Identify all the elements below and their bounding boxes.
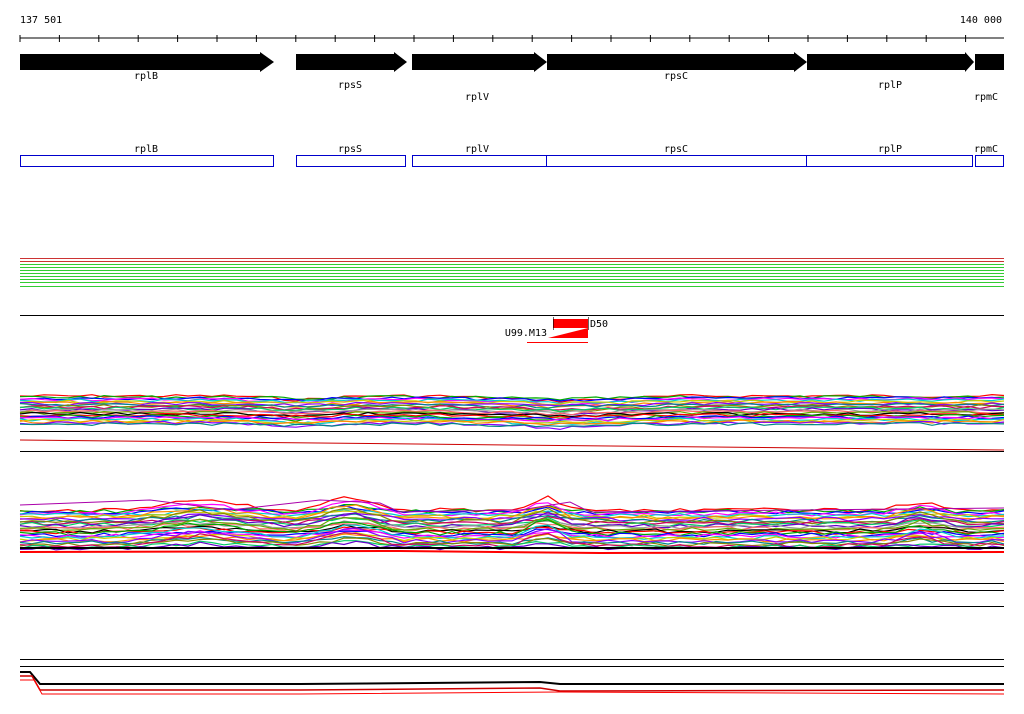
gene-arrow-rpmC[interactable] [975, 54, 1004, 70]
gene-label-rpsS: rpsS [338, 80, 362, 91]
cds-box-track: rplB rpsS rplV rpsC rplP rpmC [20, 144, 1004, 167]
feature-label-left: U99.M13 [505, 328, 547, 339]
cds-box-rpsS[interactable] [296, 155, 406, 167]
red-feature-block[interactable] [553, 319, 588, 328]
cds-box-rpsC[interactable] [546, 155, 807, 167]
cds-label-rpmC: rpmC [974, 144, 998, 155]
gene-label-rplP: rplP [878, 80, 902, 91]
coordinate-ruler: 137 501 140 000 [19, 15, 1004, 42]
gene-label-rplB: rplB [134, 71, 158, 82]
cds-box-rplP[interactable] [806, 155, 973, 167]
coverage-line [19, 549, 1005, 555]
feature-label-right: D50 [590, 319, 608, 330]
horizontal-line-track [20, 258, 1004, 287]
cds-box-rpmC[interactable] [975, 155, 1004, 167]
cds-box-rplV[interactable] [412, 155, 547, 167]
gene-arrow-rplB[interactable] [20, 52, 274, 72]
genome-browser-canvas: 137 501 140 000 rplB rpsS rplV rpsC rplP… [19, 15, 1005, 695]
gene-label-rpsC: rpsC [664, 71, 688, 82]
ruler-start-label: 137 501 [20, 15, 62, 26]
gene-label-rpmC: rpmC [974, 92, 998, 103]
cds-label-rpsC: rpsC [664, 144, 688, 155]
cds-label-rplP: rplP [878, 144, 902, 155]
ruler-end-label: 140 000 [960, 15, 1002, 26]
coverage-line [20, 671, 1004, 685]
gene-arrow-rpsC[interactable] [547, 52, 807, 72]
bottom-coverage-track [20, 671, 1005, 695]
cds-label-rplV: rplV [465, 144, 489, 155]
cds-box-rplB[interactable] [20, 155, 274, 167]
feature-track: U99.M13 D50 [20, 315, 1004, 343]
gene-arrow-track: rplB rpsS rplV rpsC rplP rpmC [20, 52, 1004, 103]
red-feature-wedge[interactable] [548, 328, 588, 338]
gene-arrow-rplP[interactable] [807, 52, 974, 72]
gene-arrow-rpsS[interactable] [296, 52, 407, 72]
multicolor-coverage-track-1 [19, 393, 1005, 451]
multicolor-coverage-track-2 [19, 495, 1005, 555]
cds-label-rplB: rplB [134, 144, 158, 155]
coverage-line [19, 439, 1005, 451]
gene-arrow-rplV[interactable] [412, 52, 547, 72]
gene-label-rplV: rplV [465, 92, 489, 103]
cds-label-rpsS: rpsS [338, 144, 362, 155]
